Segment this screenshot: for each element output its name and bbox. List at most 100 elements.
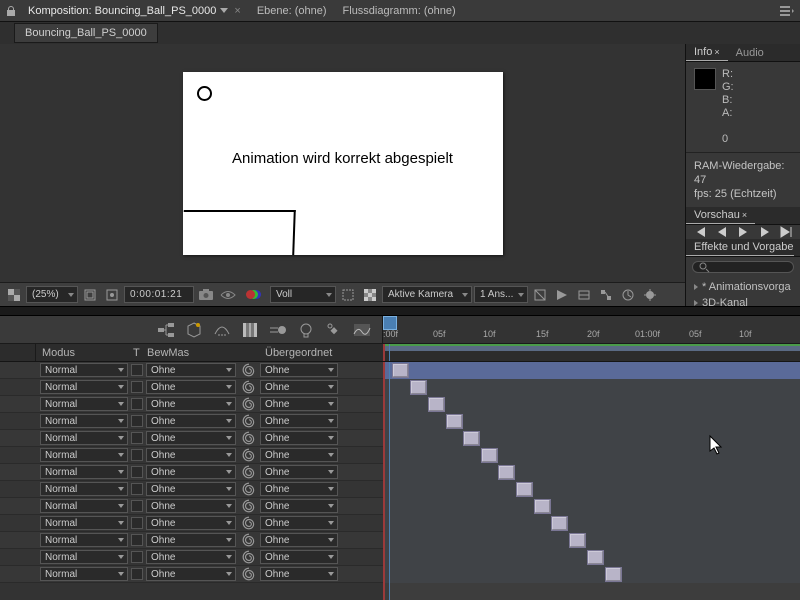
panel-divider[interactable] xyxy=(0,306,800,316)
lock-icon[interactable] xyxy=(6,6,16,16)
track-matte-toggle[interactable] xyxy=(131,517,143,529)
camera-select[interactable]: Aktive Kamera xyxy=(382,286,472,303)
col-header-t[interactable]: T xyxy=(133,344,147,361)
current-time-indicator-line[interactable] xyxy=(389,362,390,600)
track-matte-toggle[interactable] xyxy=(131,466,143,478)
tab-layer[interactable]: Ebene: (ohne) xyxy=(249,2,335,20)
keyframe-block[interactable] xyxy=(516,482,533,497)
track-matte-toggle[interactable] xyxy=(131,449,143,461)
tab-info[interactable]: Info× xyxy=(686,44,728,61)
close-icon[interactable]: × xyxy=(234,5,240,17)
snapshot-button[interactable] xyxy=(196,286,216,304)
pickwhip-icon[interactable] xyxy=(242,567,256,581)
keyframe-block[interactable] xyxy=(446,414,463,429)
transparency-grid-button[interactable] xyxy=(360,286,380,304)
layer-row[interactable]: NormalOhneOhne xyxy=(0,362,383,379)
track-matte-select[interactable]: Ohne xyxy=(146,397,236,411)
layer-duration-bar[interactable] xyxy=(383,498,800,515)
exposure-button[interactable] xyxy=(640,286,660,304)
track-matte-toggle[interactable] xyxy=(131,398,143,410)
timecode-display[interactable]: 0:00:01:21 xyxy=(124,286,194,303)
track-matte-select[interactable]: Ohne xyxy=(146,550,236,564)
track-matte-select[interactable]: Ohne xyxy=(146,363,236,377)
comp-mini-flowchart-button[interactable] xyxy=(156,320,176,340)
pickwhip-icon[interactable] xyxy=(242,482,256,496)
blend-mode-select[interactable]: Normal xyxy=(40,550,128,564)
document-tab[interactable]: Bouncing_Ball_PS_0000 xyxy=(14,23,158,43)
panel-menu-icon[interactable] xyxy=(780,6,794,16)
last-frame-button[interactable] xyxy=(778,225,794,239)
pickwhip-icon[interactable] xyxy=(242,516,256,530)
first-frame-button[interactable] xyxy=(692,225,708,239)
prev-frame-button[interactable] xyxy=(714,225,730,239)
pickwhip-icon[interactable] xyxy=(242,397,256,411)
blend-mode-select[interactable]: Normal xyxy=(40,533,128,547)
blend-mode-select[interactable]: Normal xyxy=(40,482,128,496)
keyframe-block[interactable] xyxy=(410,380,427,395)
parent-select[interactable]: Ohne xyxy=(260,465,338,479)
layer-duration-bar[interactable] xyxy=(383,566,800,583)
layer-duration-bar[interactable] xyxy=(383,515,800,532)
pickwhip-icon[interactable] xyxy=(242,414,256,428)
parent-select[interactable]: Ohne xyxy=(260,397,338,411)
keyframe-block[interactable] xyxy=(498,465,515,480)
work-area-bar[interactable] xyxy=(383,346,800,351)
pickwhip-icon[interactable] xyxy=(242,448,256,462)
zoom-select[interactable]: (25%) xyxy=(26,286,78,303)
views-select[interactable]: 1 Ans... xyxy=(474,286,528,303)
layer-row[interactable]: NormalOhneOhne xyxy=(0,379,383,396)
layer-duration-bar[interactable] xyxy=(383,396,800,413)
track-matte-select[interactable]: Ohne xyxy=(146,482,236,496)
pixel-aspect-button[interactable] xyxy=(530,286,550,304)
blend-mode-select[interactable]: Normal xyxy=(40,465,128,479)
track-matte-select[interactable]: Ohne xyxy=(146,448,236,462)
track-matte-select[interactable]: Ohne xyxy=(146,380,236,394)
graph-editor-button[interactable] xyxy=(352,320,372,340)
layer-row[interactable]: Normal Ohne Ohne xyxy=(0,549,383,566)
pickwhip-icon[interactable] xyxy=(242,550,256,564)
tab-audio[interactable]: Audio xyxy=(728,45,772,61)
layer-row[interactable]: Normal Ohne Ohne xyxy=(0,464,383,481)
blend-mode-select[interactable]: Normal xyxy=(40,363,128,377)
layer-row[interactable]: NormalOhneOhne xyxy=(0,481,383,498)
flowchart-button[interactable] xyxy=(596,286,616,304)
hide-shy-button[interactable] xyxy=(212,320,232,340)
track-matte-select[interactable]: Ohne xyxy=(146,431,236,445)
tab-preview[interactable]: Vorschau× xyxy=(686,207,755,224)
keyframe-block[interactable] xyxy=(605,567,622,582)
auto-keyframe-button[interactable] xyxy=(324,320,344,340)
pickwhip-icon[interactable] xyxy=(242,499,256,513)
track-matte-select[interactable]: Ohne xyxy=(146,516,236,530)
pickwhip-icon[interactable] xyxy=(242,363,256,377)
fast-preview-button[interactable] xyxy=(552,286,572,304)
keyframe-block[interactable] xyxy=(569,533,586,548)
parent-select[interactable]: Ohne xyxy=(260,431,338,445)
tab-flowchart[interactable]: Flussdiagramm: (ohne) xyxy=(335,2,464,20)
track-matte-toggle[interactable] xyxy=(131,568,143,580)
channel-button[interactable] xyxy=(240,286,260,304)
tab-effects[interactable]: Effekte und Vorgabe xyxy=(686,239,794,256)
timeline-button[interactable] xyxy=(574,286,594,304)
layer-row[interactable]: NormalOhneOhne xyxy=(0,532,383,549)
resolution-select[interactable]: Voll xyxy=(270,286,336,303)
parent-select[interactable]: Ohne xyxy=(260,550,338,564)
keyframe-block[interactable] xyxy=(551,516,568,531)
effects-search-input[interactable] xyxy=(692,261,794,273)
effects-category-item[interactable]: 3D-Kanal xyxy=(686,295,800,311)
motion-blur-button[interactable] xyxy=(268,320,288,340)
track-matte-toggle[interactable] xyxy=(131,415,143,427)
track-matte-select[interactable]: Ohne xyxy=(146,465,236,479)
pickwhip-icon[interactable] xyxy=(242,380,256,394)
blend-mode-select[interactable]: Normal xyxy=(40,431,128,445)
track-matte-select[interactable]: Ohne xyxy=(146,533,236,547)
layer-duration-bar[interactable] xyxy=(383,447,800,464)
frame-blend-button[interactable] xyxy=(240,320,260,340)
layer-row[interactable]: NormalOhneOhne xyxy=(0,498,383,515)
close-icon[interactable]: × xyxy=(742,210,747,220)
pickwhip-icon[interactable] xyxy=(242,431,256,445)
layer-row[interactable]: Normal Ohne Ohne xyxy=(0,430,383,447)
pickwhip-icon[interactable] xyxy=(242,533,256,547)
layer-duration-bar[interactable] xyxy=(383,532,800,549)
safe-zones-button[interactable] xyxy=(80,286,100,304)
parent-select[interactable]: Ohne xyxy=(260,567,338,581)
